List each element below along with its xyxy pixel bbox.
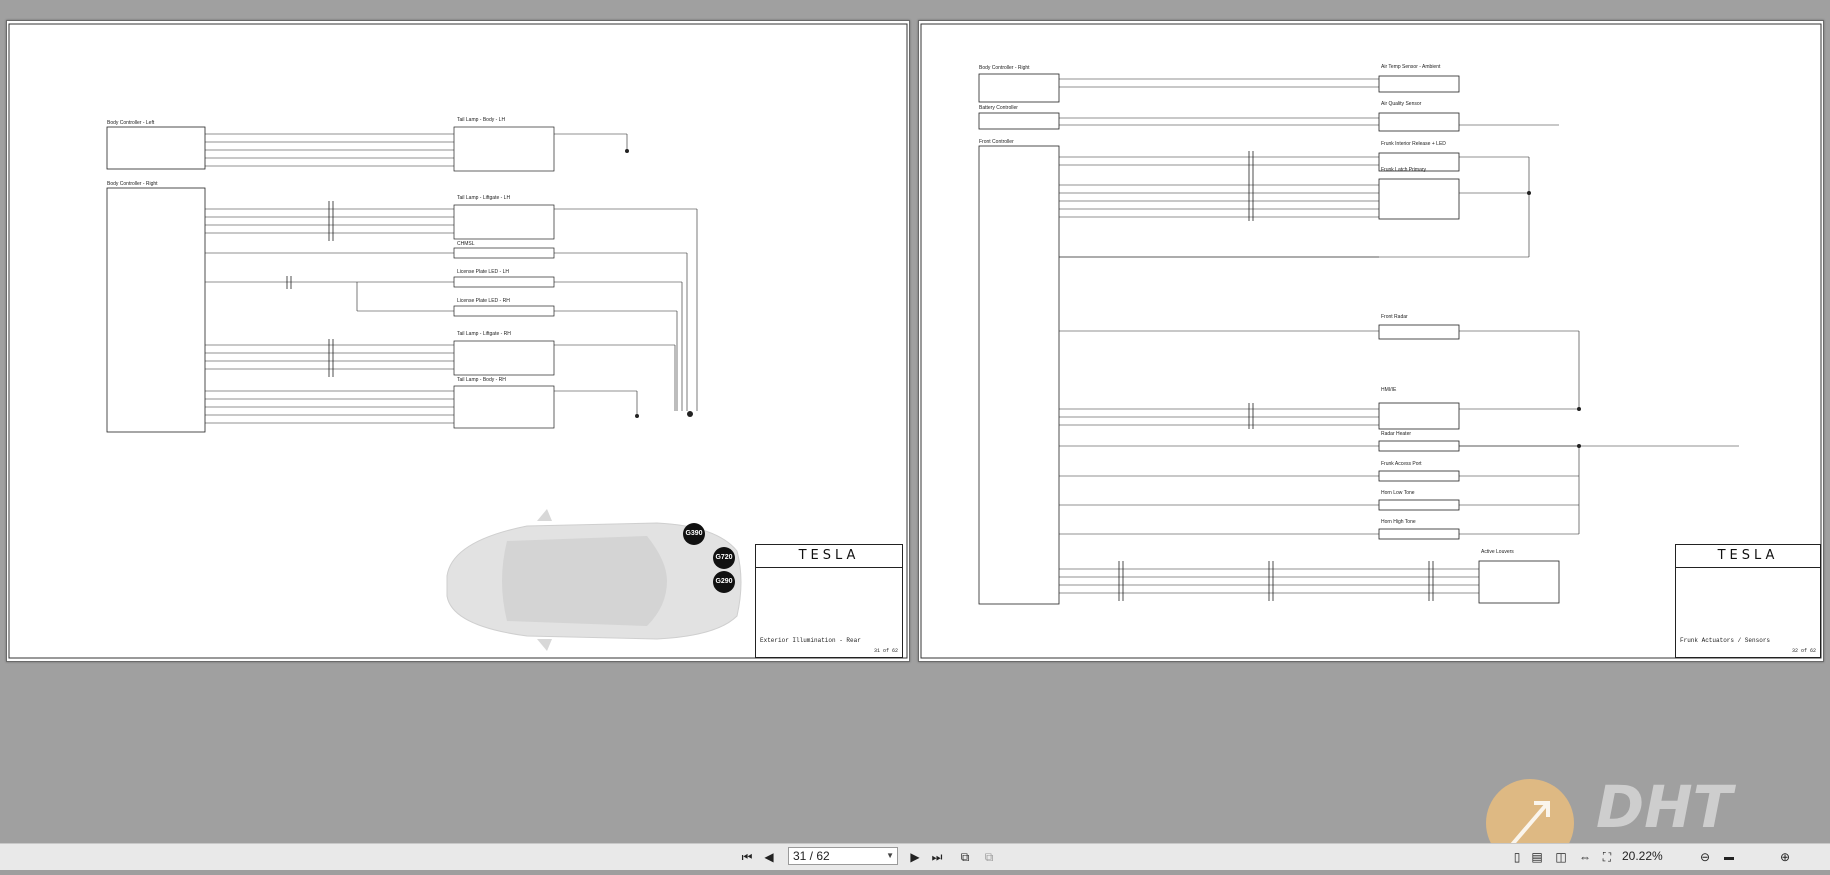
zoom-in-icon[interactable]: ⊕ <box>1776 848 1794 866</box>
document-viewport[interactable]: Body Controller - Left Body Controller -… <box>0 0 1830 843</box>
first-page-button[interactable]: ⏮ <box>738 848 756 866</box>
horn-low-label: Horn Low Tone <box>1381 490 1415 496</box>
fit-width-icon[interactable]: ⇔ <box>1576 848 1594 866</box>
single-page-view-icon[interactable]: ▯ <box>1508 848 1526 866</box>
sheet-number: 32 of 62 <box>1791 648 1816 654</box>
viewer-toolbar: ⏮ ◀ 31 / 62 ▼ ▶ ⏭ ⧉ ⧉ ▯ ▤ ◫ ⇔ ⛶ 20.22% ⊖… <box>0 843 1830 870</box>
tesla-logo: TESLA <box>756 545 902 568</box>
previous-page-button[interactable]: ◀ <box>760 848 778 866</box>
document-title: Exterior Illumination - Rear <box>760 637 861 644</box>
active-louvers-label: Active Louvers <box>1481 549 1514 555</box>
last-page-button[interactable]: ⏭ <box>928 848 946 866</box>
air-temp-label: Air Temp Sensor - Ambient <box>1381 64 1441 70</box>
frunk-release-label: Frunk Interior Release + LED <box>1381 141 1446 147</box>
front-radar-label: Front Radar <box>1381 314 1408 320</box>
page-32: Body Controller - Right Battery Controll… <box>918 20 1824 662</box>
page-number-input[interactable]: 31 / 62 ▼ <box>788 847 898 865</box>
tesla-logo: TESLA <box>1676 545 1820 568</box>
page-31: Body Controller - Left Body Controller -… <box>6 20 910 662</box>
ground-badge-g390: G390 <box>683 523 705 545</box>
chevron-down-icon: ▼ <box>886 851 894 860</box>
frunk-latch-label: Frunk Latch Primary <box>1381 167 1427 173</box>
title-block: TESLA Exterior Illumination - Rear 31 of… <box>755 544 903 658</box>
chmsl-label: CHMSL <box>457 241 475 247</box>
two-page-view-icon[interactable]: ◫ <box>1552 848 1570 866</box>
tail-body-lh-label: Tail Lamp - Body - LH <box>457 117 505 123</box>
bc-left-box <box>106 126 206 170</box>
hmi-label: HMI/IE <box>1381 387 1397 393</box>
radar-heater-label: Radar Heater <box>1381 431 1411 437</box>
page-indicator-text: 31 / 62 <box>793 849 830 863</box>
sheet-number: 31 of 62 <box>873 648 898 654</box>
air-quality-label: Air Quality Sensor <box>1381 101 1422 107</box>
zoom-out-icon[interactable]: ⊖ <box>1696 848 1714 866</box>
fit-page-icon[interactable]: ⛶ <box>1598 848 1616 866</box>
next-page-button[interactable]: ▶ <box>906 848 924 866</box>
horn-high-label: Horn High Tone <box>1381 519 1416 525</box>
copy-view-icon[interactable]: ⧉ <box>980 848 998 866</box>
ground-badge-g720: G720 <box>713 547 735 569</box>
tail-body-rh-label: Tail Lamp - Body - RH <box>457 377 506 383</box>
ground-badge-g290: G290 <box>713 571 735 593</box>
tail-liftgate-lh-label: Tail Lamp - Liftgate - LH <box>457 195 510 201</box>
title-block: TESLA Frunk Actuators / Sensors 32 of 62 <box>1675 544 1821 658</box>
tail-liftgate-rh-label: Tail Lamp - Liftgate - RH <box>457 331 511 337</box>
frunk-access-label: Frunk Access Port <box>1381 461 1422 467</box>
continuous-view-icon[interactable]: ▤ <box>1528 848 1546 866</box>
plate-lh-label: License Plate LED - LH <box>457 269 509 275</box>
zoom-level[interactable]: 20.22% <box>1622 849 1663 863</box>
bc-right-label: Body Controller - Right <box>979 65 1030 71</box>
battery-controller-label: Battery Controller <box>979 105 1018 111</box>
plate-rh-label: License Plate LED - RH <box>457 298 510 304</box>
zoom-slider-handle[interactable]: ▬ <box>1720 848 1738 866</box>
bc-right-box <box>106 187 206 433</box>
rotate-view-icon[interactable]: ⧉ <box>956 848 974 866</box>
front-controller-label: Front Controller <box>979 139 1014 145</box>
bc-left-label: Body Controller - Left <box>107 120 155 126</box>
bc-right-label: Body Controller - Right <box>107 181 158 187</box>
document-title: Frunk Actuators / Sensors <box>1680 637 1771 644</box>
